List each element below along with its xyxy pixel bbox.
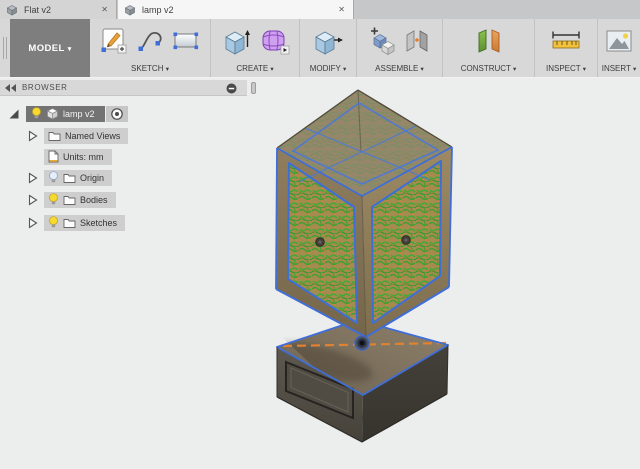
tree-row-sketches: Sketches	[0, 214, 126, 231]
tree-item-root[interactable]: lamp v2	[26, 105, 105, 122]
chevron-down-icon: ▾	[67, 45, 72, 53]
group-label[interactable]: INSPECT	[546, 64, 581, 73]
hide-all-icon[interactable]	[226, 83, 237, 94]
measure-icon[interactable]	[548, 27, 584, 55]
new-component-icon[interactable]	[369, 26, 397, 56]
document-cube-icon	[124, 4, 136, 16]
construction-plane-icon[interactable]	[473, 25, 505, 57]
create-sketch-icon[interactable]	[99, 26, 129, 56]
chevron-down-icon: ▾	[342, 66, 347, 73]
create-form-icon[interactable]	[259, 25, 291, 57]
tree-item[interactable]: Bodies	[44, 191, 116, 208]
toolbar-grip[interactable]	[3, 37, 4, 59]
tree-item-label: Named Views	[65, 130, 121, 141]
group-label[interactable]: CONSTRUCT	[461, 64, 511, 73]
tree-item-label: Origin	[80, 172, 105, 183]
document-cube-icon	[6, 4, 18, 16]
tree-item-label: Bodies	[80, 194, 108, 205]
tree-row-units: Units: mm	[0, 148, 112, 165]
tab-flat-v2[interactable]: Flat v2 ✕	[0, 0, 117, 19]
tree-row-origin: Origin	[0, 169, 113, 186]
lightbulb-on-icon[interactable]	[48, 193, 59, 206]
collapsed-triangle-icon[interactable]	[28, 194, 38, 206]
tree-item[interactable]: Origin	[44, 169, 113, 186]
tab-label: Flat v2	[24, 4, 52, 15]
group-label[interactable]: INSERT	[602, 64, 631, 73]
tree-item-label: lamp v2	[63, 108, 95, 119]
group-label[interactable]: CREATE	[236, 64, 268, 73]
group-label[interactable]: ASSEMBLE	[375, 64, 418, 73]
chevron-down-icon: ▾	[633, 66, 637, 73]
tree-item[interactable]: Units: mm	[44, 148, 112, 165]
browser-header: BROWSER	[0, 80, 247, 96]
chevron-down-icon: ▾	[582, 66, 587, 73]
chevron-down-icon: ▾	[420, 66, 424, 73]
browser-title: BROWSER	[22, 83, 68, 92]
lightbulb-on-icon[interactable]	[48, 216, 59, 229]
toolbar-group-insert: INSERT ▾	[598, 19, 640, 77]
tree-item[interactable]: Named Views	[44, 127, 129, 144]
collapsed-triangle-icon[interactable]	[28, 217, 38, 229]
toolbar-grip[interactable]	[6, 37, 7, 59]
toolbar-group-create: CREATE ▾	[211, 19, 300, 77]
radio-target-icon	[110, 107, 123, 120]
workspace-selector-button[interactable]: MODEL ▾	[10, 19, 90, 77]
tree-item-label: Units: mm	[63, 151, 104, 162]
toolbar-group-sketch: SKETCH ▾	[90, 19, 211, 77]
connector-ring[interactable]	[354, 335, 370, 351]
extrude-icon[interactable]	[220, 25, 252, 57]
tree-row-lamp-v2: lamp v2	[0, 105, 128, 122]
tab-label: lamp v2	[142, 4, 174, 15]
folder-icon	[48, 132, 61, 141]
tree-row-bodies: Bodies	[0, 191, 116, 208]
fusion360-window: Flat v2 ✕ lamp v2 ✕ MODEL ▾ SKETCH ▾ CRE…	[0, 0, 640, 469]
insert-image-icon[interactable]	[604, 26, 634, 56]
folder-icon	[63, 174, 76, 183]
toolbar-group-assemble: ASSEMBLE ▾	[357, 19, 443, 77]
tab-close-icon[interactable]: ✕	[336, 5, 347, 14]
tree-row-named-views: Named Views	[0, 127, 129, 144]
panel-resize-handle[interactable]	[251, 82, 256, 94]
workspace-label: MODEL	[28, 42, 65, 54]
activate-component-radio[interactable]	[105, 105, 128, 122]
toolbar-group-inspect: INSPECT ▾	[535, 19, 598, 77]
tree-item[interactable]: Sketches	[44, 214, 126, 231]
lamp-lantern-body[interactable]	[275, 89, 453, 339]
lightbulb-on-icon[interactable]	[31, 107, 42, 120]
tree-item-label: Sketches	[80, 217, 118, 228]
folder-icon	[63, 219, 76, 228]
component-cube-icon	[46, 108, 59, 120]
toolbar-group-modify: MODIFY ▾	[300, 19, 357, 77]
chevron-down-icon: ▾	[270, 66, 274, 73]
chevron-down-icon: ▾	[165, 66, 169, 73]
collapsed-triangle-icon[interactable]	[28, 130, 38, 142]
rectangle-icon[interactable]	[171, 26, 201, 56]
toolbar-group-construct: CONSTRUCT ▾	[443, 19, 535, 77]
document-icon	[48, 150, 59, 163]
collapsed-triangle-icon[interactable]	[28, 172, 38, 184]
spline-icon[interactable]	[136, 26, 164, 56]
expand-triangle-icon[interactable]	[8, 108, 20, 120]
group-label[interactable]: SKETCH	[131, 64, 163, 73]
folder-icon	[63, 196, 76, 205]
lightbulb-off-icon[interactable]	[48, 171, 59, 184]
joint-icon[interactable]	[404, 26, 430, 56]
collapse-panel-icon[interactable]	[5, 83, 17, 92]
group-label[interactable]: MODIFY	[310, 64, 341, 73]
chevron-down-icon: ▾	[513, 66, 517, 73]
tab-lamp-v2[interactable]: lamp v2 ✕	[118, 0, 354, 19]
document-tab-bar: Flat v2 ✕ lamp v2 ✕	[0, 0, 640, 19]
press-pull-icon[interactable]	[311, 25, 345, 57]
tab-close-icon[interactable]: ✕	[99, 5, 110, 14]
toolbar: MODEL ▾ SKETCH ▾ CREATE ▾ MODIFY ▾ ASSEM…	[0, 19, 640, 78]
